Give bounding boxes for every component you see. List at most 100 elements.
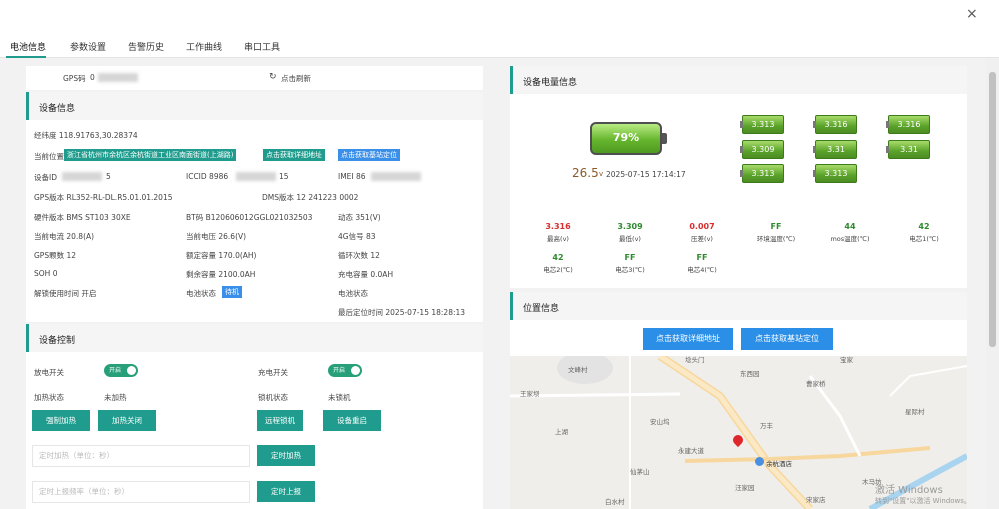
location-value: 浙江省杭州市余杭区余杭街道工业区南面街道(上湖路) [64, 149, 237, 161]
remaining-capacity: 剩余容量 2100.0AH [186, 270, 256, 279]
scrollbar-thumb[interactable] [989, 72, 996, 347]
stat-mos-temp: 44 mos温度(℃) [820, 222, 880, 243]
stat-cell4-temp: FF 电芯4(℃) [672, 253, 732, 274]
stat-value: 44 [844, 222, 856, 231]
stat-label: mos温度(℃) [830, 235, 870, 243]
imei-masked [371, 172, 421, 181]
map-label: 汪家园 [735, 484, 755, 492]
device-info-header: 设备信息 [26, 92, 483, 120]
location-label: 当前位置 [34, 152, 64, 161]
rated-capacity: 额定容量 170.0(AH) [186, 251, 257, 260]
stat-label: 电芯2(℃) [543, 266, 573, 274]
stat-label: 电芯3(℃) [615, 266, 645, 274]
coords: 经纬度 118.91763,30.28374 [34, 131, 138, 140]
map-label: 王家坝 [520, 390, 540, 398]
map-label: 宝家 [840, 356, 853, 364]
map-label: 文峰村 [568, 366, 588, 374]
refresh-button[interactable]: 点击刷新 [281, 73, 311, 84]
gps-masked [98, 73, 138, 82]
remote-lock-button[interactable]: 远程锁机 [257, 410, 303, 431]
gps-satellites: GPS颗数 12 [34, 251, 77, 260]
cell-voltage: 3.313 [740, 115, 784, 134]
map-get-address-button[interactable]: 点击获取详细地址 [643, 328, 733, 350]
location-panel-title: 位置信息 [523, 304, 560, 314]
refresh-icon[interactable]: ↻ [269, 72, 277, 82]
tab-parameter-settings[interactable]: 参数设置 [70, 40, 106, 53]
map-label: 永建大道 [678, 447, 704, 455]
get-base-location-button[interactable]: 点击获取基站定位 [338, 149, 400, 161]
stat-min-voltage: 3.309 最低(v) [600, 222, 660, 243]
get-address-button[interactable]: 点击获取详细地址 [263, 149, 325, 161]
stat-label: 最低(v) [619, 235, 641, 243]
device-reboot-button[interactable]: 设备重启 [323, 410, 381, 431]
heat-status-label: 加热状态 [34, 393, 64, 402]
stat-value: 3.316 [545, 222, 571, 231]
device-id-masked [62, 172, 102, 181]
tab-alarm-history[interactable]: 告警历史 [128, 40, 164, 53]
battery-soc: 79% [612, 131, 640, 144]
cell-voltage: 3.316 [886, 115, 930, 134]
current: 当前电流 20.8(A) [34, 232, 95, 241]
last-location-time: 最后定位时间 2025-07-15 18:28:13 [338, 308, 466, 317]
stat-value: 42 [552, 253, 564, 262]
cell-voltage: 3.316 [813, 115, 857, 134]
device-control-title: 设备控制 [39, 336, 76, 346]
stat-cell2-temp: 42 电芯2(℃) [528, 253, 588, 274]
runtime-status-label: 电池状态 [338, 289, 368, 298]
cell-voltage: 3.31 [886, 140, 930, 159]
timed-upload-button[interactable]: 定时上报 [257, 481, 315, 502]
stat-value: 3.309 [617, 222, 643, 231]
tab-work-curve[interactable]: 工作曲线 [186, 40, 222, 53]
imei: IMEI 86 [338, 172, 366, 181]
lock-status-value: 未锁机 [328, 393, 351, 402]
voltage: 当前电压 26.6(V) [186, 232, 247, 241]
map-label: 曹家桥 [806, 380, 826, 388]
tab-serial-tool[interactable]: 串口工具 [244, 40, 280, 53]
heat-off-button[interactable]: 加热关闭 [98, 410, 156, 431]
iccid-masked [236, 172, 276, 181]
stat-voltage-diff: 0.007 压差(v) [672, 222, 732, 243]
stat-max-voltage: 3.316 最高(v) [528, 222, 588, 243]
battery-panel: 设备电量信息 79% 26.5 v 2025-07-15 17:14:17 3.… [510, 66, 967, 288]
battery-voltage: 26.5 [572, 166, 599, 180]
map-label: 安山坞 [650, 418, 670, 426]
stat-label: 电芯1(℃) [909, 235, 939, 243]
device-info-title: 设备信息 [39, 104, 76, 114]
bt-code: BT码 B120606012GGL021032503 [186, 213, 313, 222]
timed-heat-input[interactable]: 定时加热（单位：秒） [32, 445, 250, 467]
battery-voltage-unit: v [599, 170, 604, 178]
force-heat-button[interactable]: 强制加热 [32, 410, 90, 431]
device-control-header: 设备控制 [26, 324, 483, 352]
timed-heat-button[interactable]: 定时加热 [257, 445, 315, 466]
tab-battery-info[interactable]: 电池信息 [10, 40, 46, 53]
map-label: 星际村 [905, 408, 925, 416]
stat-label: 最高(v) [547, 235, 569, 243]
cell-voltage: 3.313 [740, 164, 784, 183]
stat-label: 环境温度(℃) [756, 235, 796, 243]
map-label: 宋家店 [806, 496, 826, 504]
unlock-time: 解锁使用时间 开启 [34, 289, 97, 298]
cell-voltage: 3.313 [813, 164, 857, 183]
map-get-base-location-button[interactable]: 点击获取基站定位 [741, 328, 833, 350]
gps-label: GPS码 [63, 74, 86, 83]
close-icon[interactable]: × [966, 7, 978, 21]
battery-panel-title: 设备电量信息 [523, 78, 578, 88]
hardware-version: 硬件版本 BMS ST103 30XE [34, 213, 131, 222]
location-panel: 位置信息 点击获取详细地址 点击获取基站定位 埝头门 文峰村 王家坝 仙茅山 白… [510, 292, 967, 509]
battery-panel-header: 设备电量信息 [510, 66, 967, 94]
battery-status-badge: 待机 [222, 286, 242, 298]
windows-watermark-text: 转到"设置"以激活 Windows。 [875, 497, 967, 505]
discharge-switch[interactable]: 开启 [104, 364, 138, 377]
stat-cell3-temp: FF 电芯3(℃) [600, 253, 660, 274]
iccid-suffix: 15 [279, 172, 289, 181]
timed-upload-input[interactable]: 定时上报频率（单位：秒） [32, 481, 250, 503]
map-label: 余杭酒店 [766, 460, 792, 468]
charge-capacity: 充电容量 0.0AH [338, 270, 394, 279]
map-label: 东西园 [740, 370, 760, 378]
device-id-suffix: 5 [106, 172, 111, 181]
stat-value: 42 [918, 222, 930, 231]
dms-version: DMS版本 12 241223 0002 [262, 193, 359, 202]
gps-bar: GPS码 0 ↻ 点击刷新 [26, 66, 483, 90]
charge-switch[interactable]: 开启 [328, 364, 362, 377]
map[interactable]: 埝头门 文峰村 王家坝 仙茅山 白水村 宝家 东西园 曹家桥 永建大道 余杭酒店… [510, 356, 967, 509]
